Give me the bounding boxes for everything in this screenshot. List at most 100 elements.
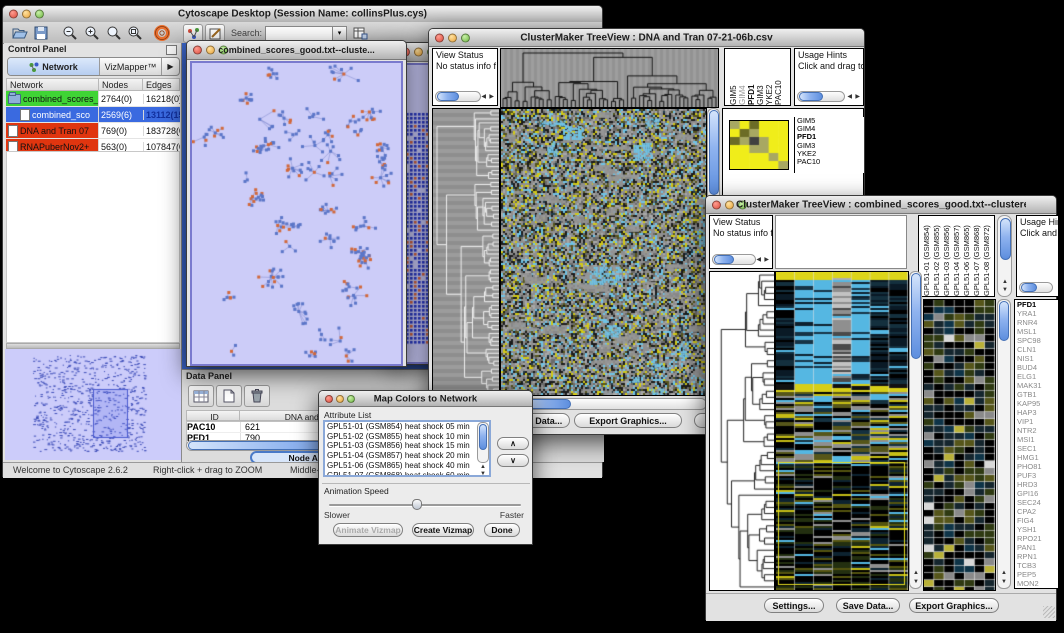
tv1-heatmap[interactable] xyxy=(500,108,707,396)
gene-label[interactable]: ELG1 xyxy=(1015,372,1058,381)
tab-vizmapper[interactable]: VizMapper™ xyxy=(100,58,162,75)
save-icon[interactable] xyxy=(32,24,50,41)
close-button[interactable] xyxy=(9,10,18,19)
gene-label[interactable]: KAP95 xyxy=(1015,399,1058,408)
close-button[interactable] xyxy=(712,200,721,209)
tv1-zoom-matrix[interactable] xyxy=(729,120,789,170)
tv2-status-scrollbar[interactable] xyxy=(712,254,756,265)
scroll-left-icon[interactable]: ◀ xyxy=(481,94,486,100)
minimize-button[interactable] xyxy=(448,33,457,42)
help-lifesaver-icon[interactable] xyxy=(153,24,171,41)
gene-label[interactable]: NTR2 xyxy=(1015,426,1058,435)
speed-slider-track[interactable] xyxy=(329,504,521,506)
network1-view[interactable] xyxy=(190,61,403,366)
data-col-id[interactable]: ID xyxy=(186,410,240,421)
gene-label[interactable]: PFD1 xyxy=(1015,300,1058,309)
delete-attribute-icon[interactable] xyxy=(244,385,270,407)
tv2-heatmap[interactable] xyxy=(775,271,909,591)
tv2-usage-scrollbar[interactable] xyxy=(1019,282,1053,293)
scroll-up-icon[interactable]: ▲ xyxy=(913,570,919,576)
scroll-up-icon[interactable]: ▲ xyxy=(1002,279,1008,285)
gene-label[interactable]: GPI16 xyxy=(1015,489,1058,498)
col-header-nodes[interactable]: Nodes xyxy=(98,78,143,91)
gene-label[interactable]: SPC98 xyxy=(1015,336,1058,345)
attribute-list-item[interactable]: GPL51-01 (GSM854) heat shock 05 min xyxy=(325,422,489,432)
gene-label[interactable]: NIS1 xyxy=(1015,354,1058,363)
gene-label[interactable]: YRA1 xyxy=(1015,309,1058,318)
attribute-list-scrollbar[interactable] xyxy=(477,422,489,463)
zoom-in-icon[interactable] xyxy=(83,24,101,41)
tv2-settings-button[interactable]: Settings... xyxy=(764,598,824,613)
minimize-button[interactable] xyxy=(206,46,215,55)
move-up-button[interactable]: ∧ xyxy=(497,437,529,450)
network-table-row[interactable]: combined_sco 2569(6) 13112(15) xyxy=(6,107,180,123)
gene-label[interactable]: MSL1 xyxy=(1015,327,1058,336)
tv1-status-scrollbar[interactable] xyxy=(435,91,481,102)
search-dropdown[interactable]: ▾ xyxy=(332,26,347,41)
gene-label[interactable]: CLN1 xyxy=(1015,345,1058,354)
zoom-out-icon[interactable] xyxy=(61,24,79,41)
scroll-up-icon[interactable]: ▲ xyxy=(480,464,486,470)
gene-label[interactable]: HRD3 xyxy=(1015,480,1058,489)
tv2-save-data-button[interactable]: Save Data... xyxy=(836,598,900,613)
float-panel-icon[interactable] xyxy=(166,45,177,55)
gene-label[interactable]: SEC1 xyxy=(1015,444,1058,453)
new-attribute-icon[interactable] xyxy=(216,385,242,407)
scroll-right-icon[interactable]: ▶ xyxy=(489,94,494,100)
gene-label[interactable]: VIP1 xyxy=(1015,417,1058,426)
close-button[interactable] xyxy=(435,33,444,42)
gene-label[interactable]: SEC24 xyxy=(1015,498,1058,507)
gene-label[interactable]: PUF3 xyxy=(1015,471,1058,480)
col-header-network[interactable]: Network xyxy=(6,78,99,91)
tabs-more-button[interactable]: ▶ xyxy=(162,58,179,75)
col-header-edges[interactable]: Edges xyxy=(142,78,180,91)
network-table-row[interactable]: DNA and Tran 07 769(0) 183728(0) xyxy=(6,123,180,139)
close-button[interactable] xyxy=(325,395,333,403)
scroll-left-icon[interactable]: ◀ xyxy=(756,257,761,263)
gene-label[interactable]: HMG1 xyxy=(1015,453,1058,462)
gene-label[interactable]: PAN1 xyxy=(1015,543,1058,552)
done-button[interactable]: Done xyxy=(484,523,520,537)
attribute-list-item[interactable]: GPL51-04 (GSM857) heat shock 20 min xyxy=(325,451,489,461)
attribute-list-item[interactable]: GPL51-07 (GSM868) heat shock 60 min xyxy=(325,471,489,477)
dialog-title-bar[interactable]: Map Colors to Network xyxy=(319,391,532,407)
open-file-icon[interactable] xyxy=(11,24,29,41)
gene-label[interactable]: YSH1 xyxy=(1015,525,1058,534)
treeview2-title-bar[interactable]: ClusterMaker TreeView : combined_scores_… xyxy=(706,196,1056,214)
network-table-row[interactable]: combined_scores_ 2764(0) 16218(0) xyxy=(6,91,180,107)
scroll-down-icon[interactable]: ▼ xyxy=(913,579,919,585)
tv2-export-graphics-button[interactable]: Export Graphics... xyxy=(909,598,999,613)
gene-label[interactable]: BUD4 xyxy=(1015,363,1058,372)
tv1-row-dendrogram[interactable] xyxy=(432,108,500,396)
search-input[interactable] xyxy=(265,26,333,41)
speed-slider-thumb[interactable] xyxy=(412,499,422,510)
scroll-down-icon[interactable]: ▼ xyxy=(1001,579,1007,585)
gene-label[interactable]: CPA2 xyxy=(1015,507,1058,516)
gene-label[interactable]: GTB1 xyxy=(1015,390,1058,399)
zoom-selected-icon[interactable] xyxy=(126,24,144,41)
minimize-button[interactable] xyxy=(414,48,423,57)
gene-label[interactable]: MAK31 xyxy=(1015,381,1058,390)
gene-label[interactable]: RPO21 xyxy=(1015,534,1058,543)
gene-label[interactable]: PHO81 xyxy=(1015,462,1058,471)
scroll-right-icon[interactable]: ▶ xyxy=(764,257,769,263)
scroll-right-icon[interactable]: ▶ xyxy=(855,94,860,100)
minimize-button[interactable] xyxy=(22,10,31,19)
zoom-fit-icon[interactable] xyxy=(105,24,123,41)
table-grid-icon[interactable] xyxy=(188,385,214,407)
gene-label[interactable]: HAP3 xyxy=(1015,408,1058,417)
main-title-bar[interactable]: Cytoscape Desktop (Session Name: collins… xyxy=(3,6,602,23)
tv1-column-dendrogram[interactable] xyxy=(500,48,719,108)
tv2-main-vscrollbar[interactable]: ▲ ▼ xyxy=(909,271,922,589)
tab-network[interactable]: Network xyxy=(8,58,100,75)
move-down-button[interactable]: ∨ xyxy=(497,454,529,467)
scroll-down-icon[interactable]: ▼ xyxy=(1002,287,1008,293)
resize-grip[interactable] xyxy=(1043,606,1055,618)
gene-label[interactable]: MSI1 xyxy=(1015,435,1058,444)
scroll-down-icon[interactable]: ▼ xyxy=(480,471,486,477)
tv1-usage-scrollbar[interactable] xyxy=(797,91,845,102)
scroll-left-icon[interactable]: ◀ xyxy=(847,94,852,100)
gene-label[interactable]: RPN1 xyxy=(1015,552,1058,561)
gene-label[interactable]: MON2 xyxy=(1015,579,1058,588)
gene-label[interactable]: PEP5 xyxy=(1015,570,1058,579)
